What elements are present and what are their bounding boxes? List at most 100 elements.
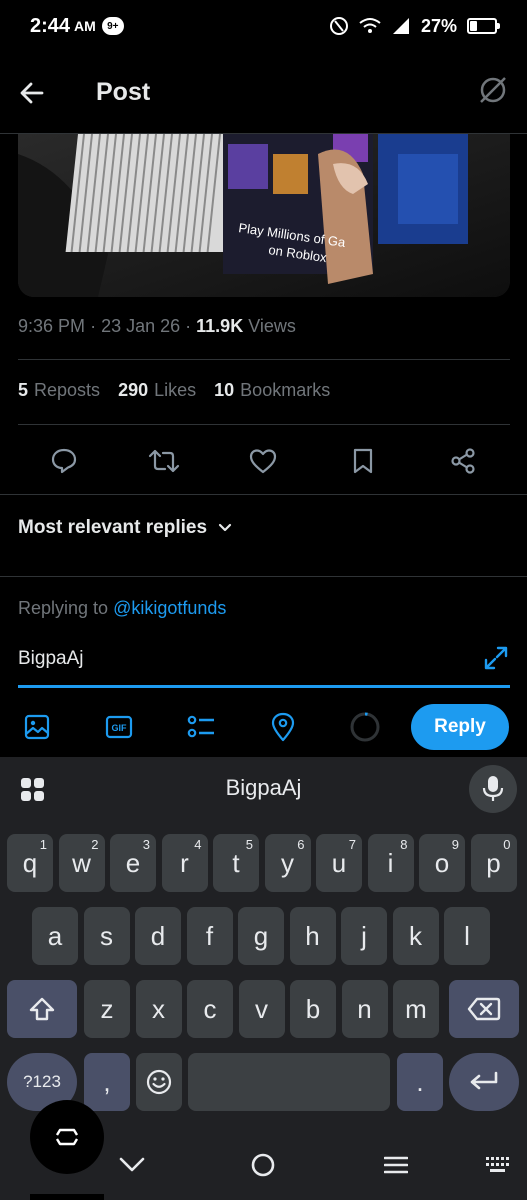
location-button[interactable] bbox=[264, 708, 302, 746]
keyboard-switch-button[interactable] bbox=[30, 1100, 104, 1174]
notification-badge: 9+ bbox=[101, 17, 124, 35]
likes-stat[interactable]: 290 Likes bbox=[118, 380, 196, 401]
key-g[interactable]: g bbox=[238, 907, 284, 965]
post-stats: 5 Reposts 290 Likes 10 Bookmarks bbox=[18, 380, 330, 401]
char-counter bbox=[346, 708, 384, 746]
shift-key[interactable] bbox=[7, 980, 77, 1038]
gif-button[interactable]: GIF bbox=[100, 708, 138, 746]
nav-back-button[interactable] bbox=[112, 1150, 152, 1180]
key-t[interactable]: t5 bbox=[213, 834, 259, 892]
key-v[interactable]: v bbox=[238, 980, 285, 1038]
shift-icon bbox=[29, 997, 55, 1021]
post-actions bbox=[0, 438, 527, 484]
rotate-icon bbox=[55, 1128, 79, 1146]
key-e-label: e bbox=[125, 847, 141, 878]
emoji-icon bbox=[146, 1069, 172, 1095]
space-key[interactable] bbox=[188, 1053, 390, 1111]
bookmarks-stat[interactable]: 10 Bookmarks bbox=[214, 380, 330, 401]
home-circle-icon bbox=[251, 1153, 275, 1177]
share-icon bbox=[451, 448, 475, 474]
divider bbox=[18, 359, 510, 360]
media-button[interactable] bbox=[18, 708, 56, 746]
like-action[interactable] bbox=[243, 441, 283, 481]
replies-sort-dropdown[interactable]: Most relevant replies bbox=[18, 517, 233, 539]
key-j[interactable]: j bbox=[341, 907, 387, 965]
replying-to: Replying to @kikigotfunds bbox=[18, 598, 226, 619]
battery-icon bbox=[467, 18, 500, 34]
key-m[interactable]: m bbox=[393, 980, 439, 1038]
keyboard-suggestion[interactable]: BigpaAj bbox=[0, 775, 527, 801]
reposts-count: 5 bbox=[18, 380, 29, 400]
key-z-label: z bbox=[100, 993, 114, 1024]
likes-label: Likes bbox=[154, 380, 197, 400]
period-key-label: . bbox=[416, 1066, 424, 1097]
replying-handle[interactable]: @kikigotfunds bbox=[113, 598, 226, 618]
enter-key[interactable] bbox=[449, 1053, 519, 1111]
nav-home-button[interactable] bbox=[243, 1150, 283, 1180]
chevron-down-icon bbox=[119, 1157, 145, 1172]
signal-icon bbox=[392, 18, 409, 34]
key-p[interactable]: p0 bbox=[470, 834, 517, 892]
key-b[interactable]: b bbox=[290, 980, 336, 1038]
microphone-icon bbox=[482, 776, 504, 801]
key-r[interactable]: r4 bbox=[161, 834, 208, 892]
key-s[interactable]: s bbox=[83, 907, 130, 965]
key-o[interactable]: o9 bbox=[419, 834, 465, 892]
key-n[interactable]: n bbox=[341, 980, 388, 1038]
grok-icon[interactable] bbox=[477, 74, 509, 106]
key-b-label: b bbox=[305, 993, 321, 1024]
key-o-number-hint: 9 bbox=[451, 837, 459, 852]
key-f[interactable]: f bbox=[186, 907, 233, 965]
key-e-number-hint: 3 bbox=[142, 837, 150, 852]
key-e[interactable]: e3 bbox=[110, 834, 156, 892]
voice-input-button[interactable] bbox=[469, 765, 517, 813]
expand-icon[interactable] bbox=[482, 644, 510, 672]
key-c[interactable]: c bbox=[187, 980, 233, 1038]
key-i[interactable]: i8 bbox=[367, 834, 414, 892]
backspace-key[interactable] bbox=[449, 980, 519, 1038]
poll-button[interactable] bbox=[182, 708, 220, 746]
symbols-key-label: ?123 bbox=[23, 1072, 61, 1091]
key-l[interactable]: l bbox=[444, 907, 490, 965]
keyboard-hide-button[interactable] bbox=[478, 1150, 518, 1180]
compose-toolbar: GIF Reply bbox=[0, 700, 527, 754]
sort-label: Most relevant replies bbox=[18, 517, 208, 538]
share-action[interactable] bbox=[443, 441, 483, 481]
key-o-label: o bbox=[434, 847, 450, 878]
gif-icon: GIF bbox=[105, 715, 133, 739]
key-h[interactable]: h bbox=[289, 907, 336, 965]
key-z[interactable]: z bbox=[84, 980, 130, 1038]
media-image: Play Millions of Ga on Roblox bbox=[18, 134, 510, 297]
menu-icon bbox=[384, 1156, 408, 1174]
keyboard-icon bbox=[486, 1157, 509, 1172]
nfc-icon bbox=[329, 17, 348, 35]
post-media-image[interactable]: Play Millions of Ga on Roblox bbox=[18, 134, 510, 297]
nav-recents-button[interactable] bbox=[376, 1150, 416, 1180]
backspace-icon bbox=[467, 997, 501, 1021]
key-w[interactable]: w2 bbox=[58, 834, 105, 892]
reposts-stat[interactable]: 5 Reposts bbox=[18, 380, 100, 401]
key-a-label: a bbox=[47, 920, 63, 951]
key-u-label: u bbox=[331, 847, 347, 878]
key-q[interactable]: q1 bbox=[7, 834, 53, 892]
status-bar: 2:44 AM 9+ 27% bbox=[0, 0, 527, 52]
key-k[interactable]: k bbox=[392, 907, 439, 965]
battery-percent: 27% bbox=[420, 15, 457, 36]
bookmark-action[interactable] bbox=[343, 441, 383, 481]
key-y[interactable]: y6 bbox=[264, 834, 311, 892]
key-x[interactable]: x bbox=[135, 980, 182, 1038]
repost-action[interactable] bbox=[144, 441, 184, 481]
reply-button[interactable]: Reply bbox=[411, 704, 509, 750]
wifi-icon bbox=[359, 18, 381, 33]
comma-key[interactable]: , bbox=[84, 1053, 130, 1111]
key-d[interactable]: d bbox=[135, 907, 181, 965]
key-u[interactable]: u7 bbox=[316, 834, 362, 892]
emoji-key[interactable] bbox=[136, 1053, 182, 1111]
period-key[interactable]: . bbox=[397, 1053, 443, 1111]
key-a[interactable]: a bbox=[32, 907, 78, 965]
reply-action[interactable] bbox=[44, 441, 84, 481]
reply-input[interactable]: BigpaAj bbox=[18, 640, 510, 688]
back-arrow-icon[interactable] bbox=[18, 79, 46, 107]
key-l-label: l bbox=[464, 920, 470, 951]
key-y-number-hint: 6 bbox=[297, 837, 305, 852]
